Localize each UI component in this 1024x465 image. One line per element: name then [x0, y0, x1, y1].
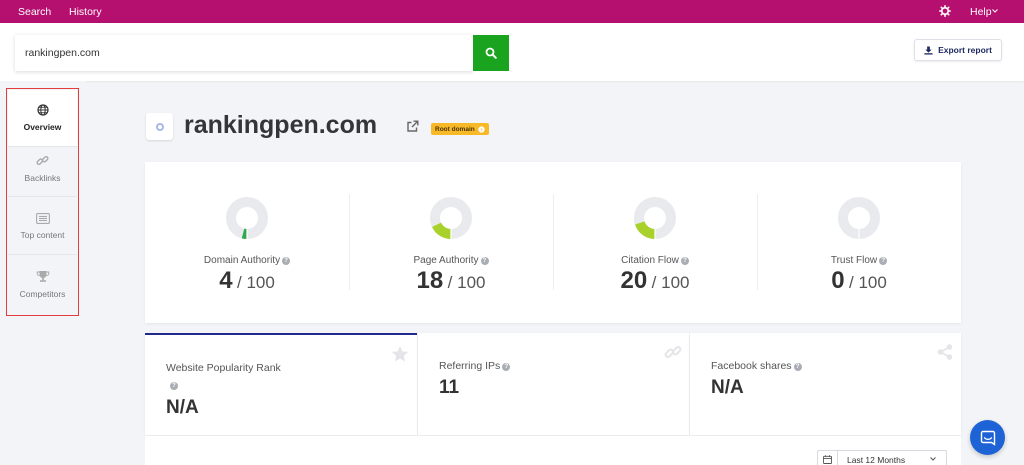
help-menu[interactable]: Help	[970, 6, 992, 18]
stat-website-popularity-rank: Website Popularity Rank ? N/A	[145, 333, 417, 435]
donut-gauge	[226, 197, 268, 240]
donut-notch	[246, 228, 248, 240]
nav-history[interactable]: History	[69, 6, 102, 18]
trophy-icon	[36, 271, 49, 282]
metric-max: / 100	[447, 273, 486, 292]
metric-value: 18	[416, 267, 444, 294]
top-navigation-bar: Search History Help	[0, 0, 1024, 23]
sidebar-item-label: Backlinks	[24, 172, 61, 183]
chat-button[interactable]	[970, 420, 1005, 455]
metric-value: 20	[620, 267, 648, 294]
share-icon	[937, 344, 953, 360]
help-icon[interactable]: ?	[680, 257, 689, 265]
search-input[interactable]	[15, 35, 473, 71]
metric-citation-flow: Citation Flow? 20 / 100	[553, 162, 757, 323]
search-bar-area: Export report	[0, 23, 1024, 81]
link-icon	[664, 346, 682, 358]
metric-page-authority: Page Authority? 18 / 100	[349, 162, 553, 323]
sidebar-item-top-content[interactable]: Top content	[8, 198, 77, 255]
search-button[interactable]	[473, 35, 509, 71]
stat-label: Website Popularity Rank	[166, 362, 281, 374]
authority-metrics-card: Domain Authority? 4 / 100 Page Authority…	[145, 162, 961, 323]
gear-icon[interactable]	[939, 5, 951, 17]
metric-max: / 100	[651, 273, 690, 292]
sidebar-item-label: Competitors	[19, 289, 66, 299]
link-icon	[36, 155, 49, 165]
help-icon[interactable]: ?	[480, 257, 489, 265]
help-icon[interactable]: ?	[282, 257, 291, 265]
donut-gauge	[634, 197, 676, 240]
help-icon[interactable]: ?	[170, 382, 178, 390]
site-favicon	[146, 113, 173, 140]
metric-label: Domain Authority	[203, 255, 281, 266]
metric-max: / 100	[849, 273, 887, 292]
help-icon[interactable]: ?	[793, 363, 802, 371]
calendar-icon	[823, 455, 832, 464]
donut-notch	[654, 228, 656, 240]
chevron-down-icon	[930, 457, 936, 461]
download-icon	[924, 45, 933, 55]
stat-value: 11	[439, 377, 460, 398]
help-icon[interactable]: ?	[502, 363, 511, 371]
metric-label: Page Authority	[413, 255, 479, 266]
stat-label: Referring IPs	[439, 360, 501, 372]
metric-label: Citation Flow	[621, 255, 679, 266]
metric-trust-flow: Trust Flow? 0 / 100	[757, 162, 961, 323]
root-domain-badge: Root domain ?	[431, 123, 489, 135]
sidebar-item-label: Top content	[20, 229, 65, 240]
sidebar-item-backlinks[interactable]: Backlinks	[8, 140, 77, 197]
period-dropdown[interactable]: Last 12 Months	[817, 450, 947, 465]
metric-label: Trust Flow	[830, 255, 878, 266]
metric-value: 4	[219, 267, 233, 294]
nav-search[interactable]: Search	[18, 6, 51, 18]
stat-facebook-shares: Facebook shares? N/A	[690, 333, 961, 435]
stat-referring-ips: Referring IPs? 11	[418, 333, 689, 435]
export-report-label: Export report	[938, 45, 992, 55]
export-report-button[interactable]: Export report	[914, 39, 1002, 61]
metric-value: 0	[831, 267, 845, 294]
donut-notch	[450, 228, 452, 240]
period-label: Last 12 Months	[847, 455, 906, 465]
divider	[837, 451, 838, 465]
donut-fill	[635, 221, 655, 239]
list-icon	[35, 212, 50, 224]
sidebar-item-label: Overview	[23, 122, 62, 132]
sidebar-item-overview[interactable]: Overview	[8, 90, 77, 147]
root-domain-badge-label: Root domain	[435, 125, 475, 133]
external-link-icon[interactable]	[406, 120, 419, 133]
help-icon[interactable]: ?	[478, 125, 485, 133]
sidebar-item-competitors[interactable]: Competitors	[8, 256, 77, 313]
page-title: rankingpen.com	[184, 111, 378, 139]
stat-value: N/A	[711, 377, 744, 398]
globe-icon	[155, 122, 164, 131]
donut-gauge	[838, 197, 880, 240]
stat-label: Facebook shares	[711, 360, 792, 372]
svg-text:?: ?	[480, 127, 483, 133]
donut-notch	[858, 228, 860, 240]
star-icon	[391, 346, 409, 362]
chevron-down-icon[interactable]	[992, 9, 998, 13]
search-icon	[485, 47, 497, 59]
donut-gauge	[430, 197, 472, 240]
chat-icon	[980, 430, 995, 446]
stat-value: N/A	[166, 397, 199, 418]
globe-icon	[36, 104, 49, 116]
metric-max: / 100	[237, 273, 275, 292]
metric-domain-authority: Domain Authority? 4 / 100	[145, 162, 349, 323]
help-icon[interactable]: ?	[879, 257, 888, 265]
